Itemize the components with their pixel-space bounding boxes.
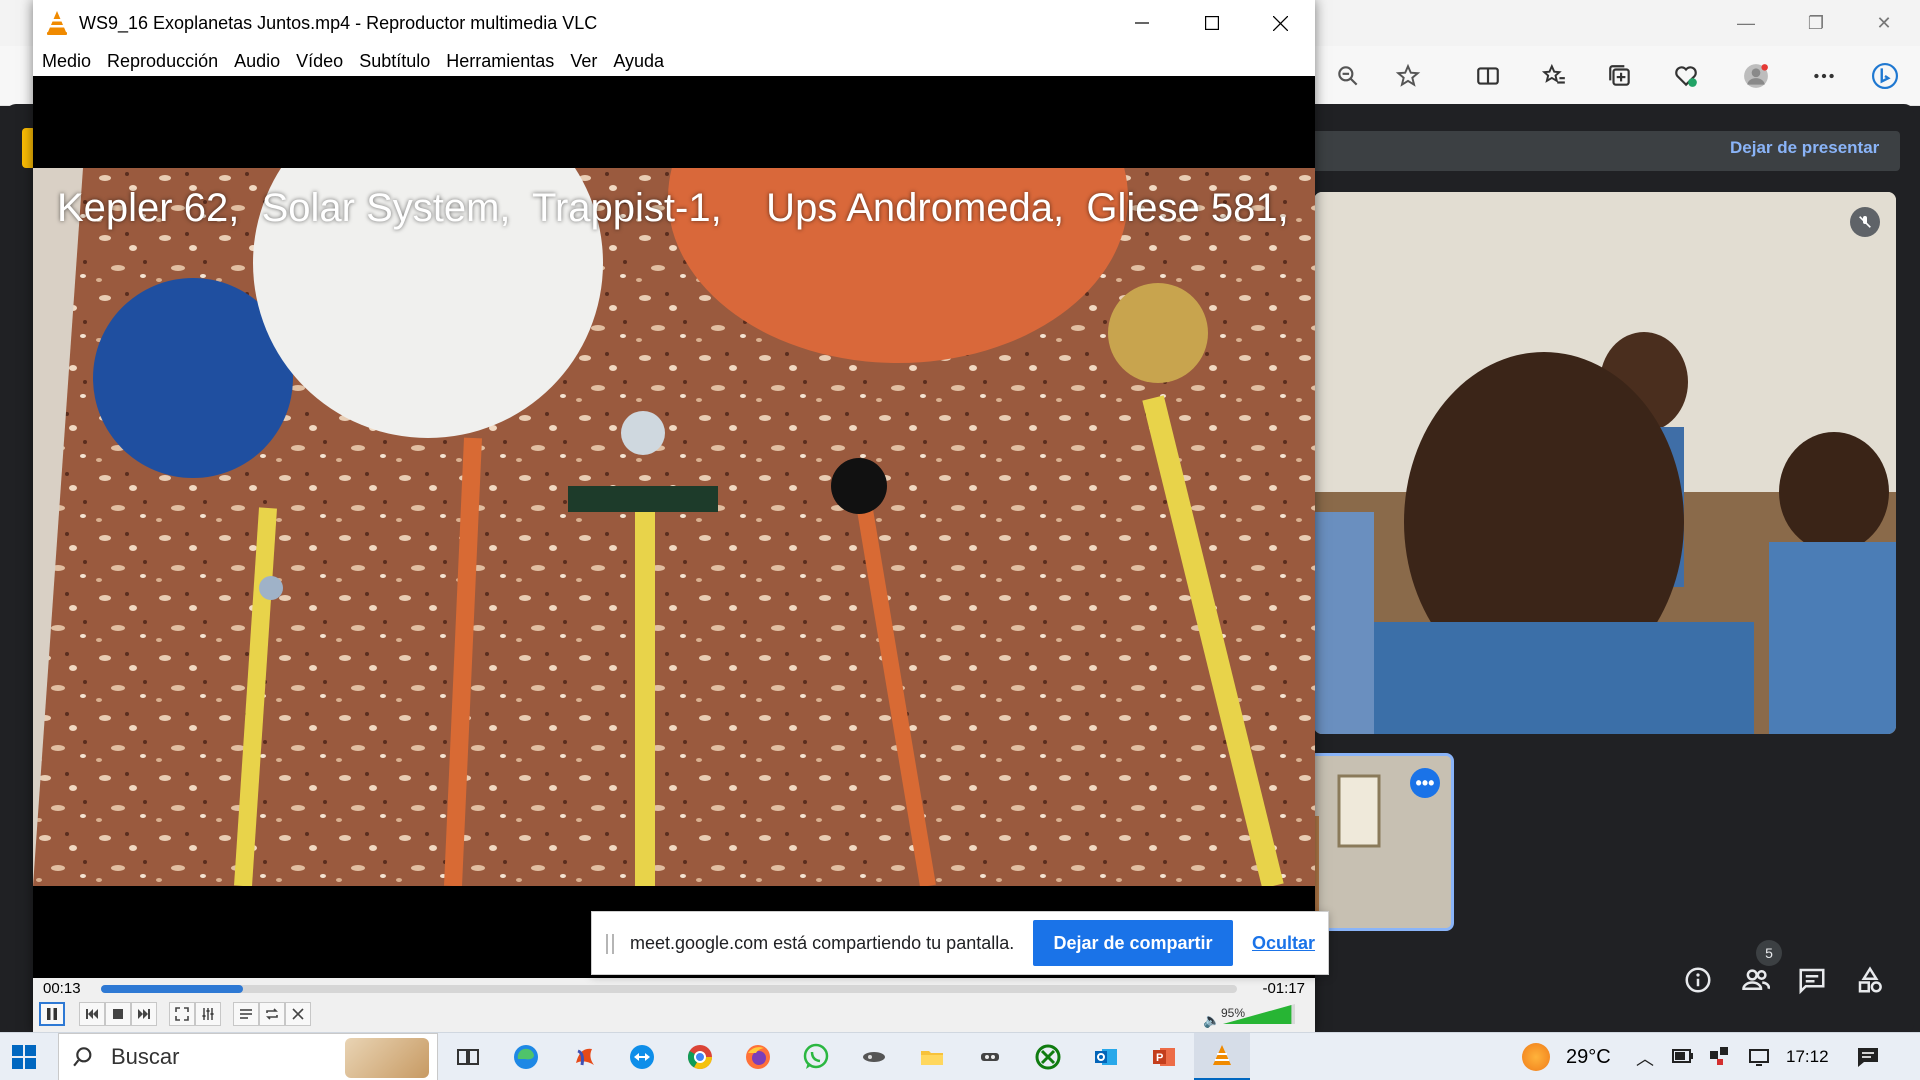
- favorite-star-icon[interactable]: [1388, 56, 1428, 96]
- menu-ver[interactable]: Ver: [570, 51, 597, 72]
- minimize-icon[interactable]: [1107, 0, 1177, 46]
- search-icon: [73, 1047, 92, 1067]
- taskbar-search[interactable]: Buscar: [58, 1033, 438, 1080]
- volume-percent: 95%: [1221, 1006, 1246, 1020]
- video-area[interactable]: Kepler 62, Solar System, Trappist-1, Ups…: [33, 76, 1315, 978]
- stop-presenting-button[interactable]: Dejar de presentar: [1730, 138, 1879, 158]
- teamviewer-icon[interactable]: [614, 1033, 670, 1080]
- seek-bar[interactable]: [101, 985, 1237, 993]
- volume-icon[interactable]: 🔈: [1203, 1012, 1220, 1029]
- vlc-window-title: WS9_16 Exoplanetas Juntos.mp4 - Reproduc…: [79, 12, 598, 33]
- xbox-icon[interactable]: [1020, 1033, 1076, 1080]
- stop-icon[interactable]: [105, 1002, 131, 1026]
- task-view-icon[interactable]: [440, 1033, 496, 1080]
- search-highlight-image: [345, 1038, 429, 1078]
- network-icon[interactable]: [1708, 1045, 1730, 1067]
- battery-icon[interactable]: [1672, 1049, 1694, 1063]
- extended-settings-icon[interactable]: [195, 1002, 221, 1026]
- vlc-controls: 00:13 -01:17 🔈 95%: [33, 978, 1315, 1032]
- stop-sharing-button[interactable]: Dejar de compartir: [1033, 920, 1233, 966]
- menu-audio[interactable]: Audio: [234, 51, 280, 72]
- notifications-icon[interactable]: [1856, 1045, 1880, 1069]
- pause-icon[interactable]: [39, 1002, 65, 1026]
- menu-video[interactable]: Vídeo: [296, 51, 343, 72]
- playlist-icon[interactable]: [233, 1002, 259, 1026]
- chrome-icon[interactable]: [672, 1033, 728, 1080]
- hide-link[interactable]: Ocultar: [1252, 933, 1315, 954]
- browser-restore-button[interactable]: ❐: [1786, 0, 1846, 46]
- menu-subtitulo[interactable]: Subtítulo: [359, 51, 430, 72]
- search-label: Buscar: [111, 1044, 180, 1069]
- seek-progress: [101, 985, 243, 993]
- next-icon[interactable]: [131, 1002, 157, 1026]
- powerpoint-icon[interactable]: P: [1136, 1033, 1192, 1080]
- browser-health-icon[interactable]: [1666, 56, 1706, 96]
- tool-icon[interactable]: [962, 1033, 1018, 1080]
- screen-share-bar: meet.google.com está compartiendo tu pan…: [591, 911, 1329, 975]
- vlc-cone-icon: [47, 11, 67, 35]
- bing-icon[interactable]: [1862, 53, 1908, 99]
- taskbar: Buscar P 29°C ︿ 17:12: [0, 1032, 1920, 1080]
- time-elapsed: 00:13: [43, 980, 81, 997]
- menu-medio[interactable]: Medio: [42, 51, 91, 72]
- fullscreen-icon[interactable]: [169, 1002, 195, 1026]
- maximize-icon[interactable]: [1177, 0, 1247, 46]
- more-menu-icon[interactable]: [1804, 56, 1844, 96]
- outlook-icon[interactable]: [1078, 1033, 1134, 1080]
- vlc-icon[interactable]: [1194, 1033, 1250, 1080]
- chat-icon[interactable]: [1790, 958, 1834, 1002]
- activities-icon[interactable]: [1848, 958, 1892, 1002]
- svg-text:P: P: [1156, 1052, 1163, 1064]
- profile-avatar-icon[interactable]: [1736, 56, 1776, 96]
- time-remaining: -01:17: [1262, 980, 1305, 997]
- menu-reproduccion[interactable]: Reproducción: [107, 51, 218, 72]
- weather-icon[interactable]: [1522, 1043, 1550, 1071]
- menu-herramientas[interactable]: Herramientas: [446, 51, 554, 72]
- menu-ayuda[interactable]: Ayuda: [613, 51, 664, 72]
- temperature[interactable]: 29°C: [1566, 1046, 1611, 1069]
- split-screen-icon[interactable]: [1468, 56, 1508, 96]
- collections-icon[interactable]: [1600, 56, 1640, 96]
- zoom-icon[interactable]: [1328, 56, 1368, 96]
- edge-icon[interactable]: [498, 1033, 554, 1080]
- favorites-icon[interactable]: [1534, 56, 1574, 96]
- loop-icon[interactable]: [259, 1002, 285, 1026]
- firefox-icon[interactable]: [730, 1033, 786, 1080]
- vlc-titlebar: WS9_16 Exoplanetas Juntos.mp4 - Reproduc…: [33, 0, 1315, 46]
- browser-close-button[interactable]: ✕: [1854, 0, 1914, 46]
- close-icon[interactable]: [1245, 0, 1315, 46]
- office-icon[interactable]: [556, 1033, 612, 1080]
- chevron-up-icon[interactable]: ︿: [1636, 1045, 1654, 1071]
- more-options-icon[interactable]: •••: [1410, 768, 1440, 798]
- clock[interactable]: 17:12: [1786, 1047, 1829, 1067]
- vlc-window: WS9_16 Exoplanetas Juntos.mp4 - Reproduc…: [33, 0, 1315, 1032]
- vlc-menubar: Medio Reproducción Audio Vídeo Subtítulo…: [33, 46, 1315, 76]
- share-message: meet.google.com está compartiendo tu pan…: [630, 933, 1015, 953]
- whatsapp-icon[interactable]: [788, 1033, 844, 1080]
- browser-minimize-button[interactable]: —: [1716, 0, 1776, 46]
- shuffle-icon[interactable]: [285, 1002, 311, 1026]
- start-icon[interactable]: [12, 1045, 36, 1069]
- mic-off-icon: [1850, 207, 1880, 237]
- file-explorer-icon[interactable]: [904, 1033, 960, 1080]
- people-icon[interactable]: [1734, 958, 1778, 1002]
- info-icon[interactable]: [1676, 958, 1720, 1002]
- video-frame: [33, 168, 1315, 886]
- previous-icon[interactable]: [79, 1002, 105, 1026]
- drag-handle[interactable]: [606, 934, 614, 954]
- participant-video-main: [1314, 192, 1896, 734]
- media-icon[interactable]: [846, 1033, 902, 1080]
- video-caption: Kepler 62, Solar System, Trappist-1, Ups…: [57, 186, 1289, 230]
- cast-icon[interactable]: [1748, 1046, 1770, 1068]
